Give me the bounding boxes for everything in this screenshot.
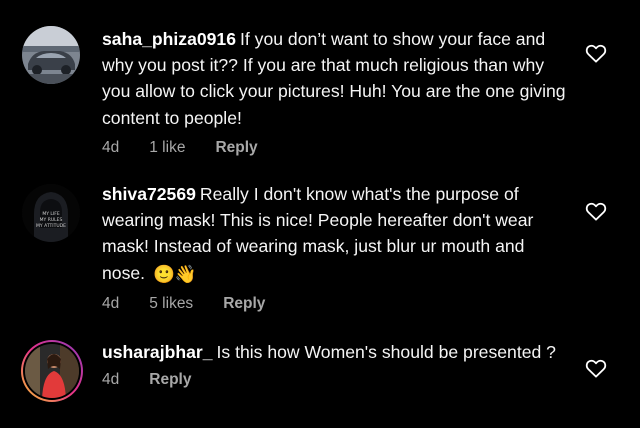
avatar[interactable]: [22, 26, 80, 84]
username-link[interactable]: shiva72569: [102, 184, 196, 204]
reply-button[interactable]: Reply: [215, 139, 257, 157]
comment-meta: 4d 5 likes Reply: [102, 295, 572, 313]
comment-text-block: usharajbhar_ Is this how Women's should b…: [102, 339, 572, 365]
comment-text-block: shiva72569 Really I don't know what's the…: [102, 181, 572, 287]
like-count[interactable]: 5 likes: [149, 295, 193, 313]
comment-age: 4d: [102, 371, 120, 389]
comment-text-block: saha_phiza0916 If you don’t want to show …: [102, 26, 572, 131]
avatar-caption: MY LIFE: [42, 211, 59, 217]
avatar[interactable]: MY LIFE MY RULES MY ATTITUDE: [22, 184, 80, 242]
comment-body: usharajbhar_ Is this how Women's should b…: [102, 339, 572, 389]
reply-button[interactable]: Reply: [149, 371, 191, 389]
heart-outline-icon[interactable]: [585, 201, 607, 221]
avatar[interactable]: [20, 339, 84, 403]
heart-outline-icon[interactable]: [585, 358, 607, 378]
username-link[interactable]: saha_phiza0916: [102, 29, 236, 49]
username-link[interactable]: usharajbhar_: [102, 342, 213, 362]
comment-text: Is this how Women's should be presented …: [216, 342, 556, 362]
heart-outline-icon[interactable]: [585, 43, 607, 63]
avatar-caption: MY RULES: [40, 217, 63, 223]
comment-body: saha_phiza0916 If you don’t want to show …: [102, 26, 572, 157]
comment-age: 4d: [102, 295, 120, 313]
comment-meta: 4d Reply: [102, 371, 572, 389]
emoji-smile-wave: 🙂👋: [152, 263, 197, 284]
avatar-caption: MY ATTITUDE: [36, 223, 66, 229]
comment-meta: 4d 1 like Reply: [102, 139, 572, 157]
like-count[interactable]: 1 like: [149, 139, 185, 157]
reply-button[interactable]: Reply: [223, 295, 265, 313]
comment-body: shiva72569 Really I don't know what's the…: [102, 181, 572, 313]
comment-age: 4d: [102, 138, 120, 156]
